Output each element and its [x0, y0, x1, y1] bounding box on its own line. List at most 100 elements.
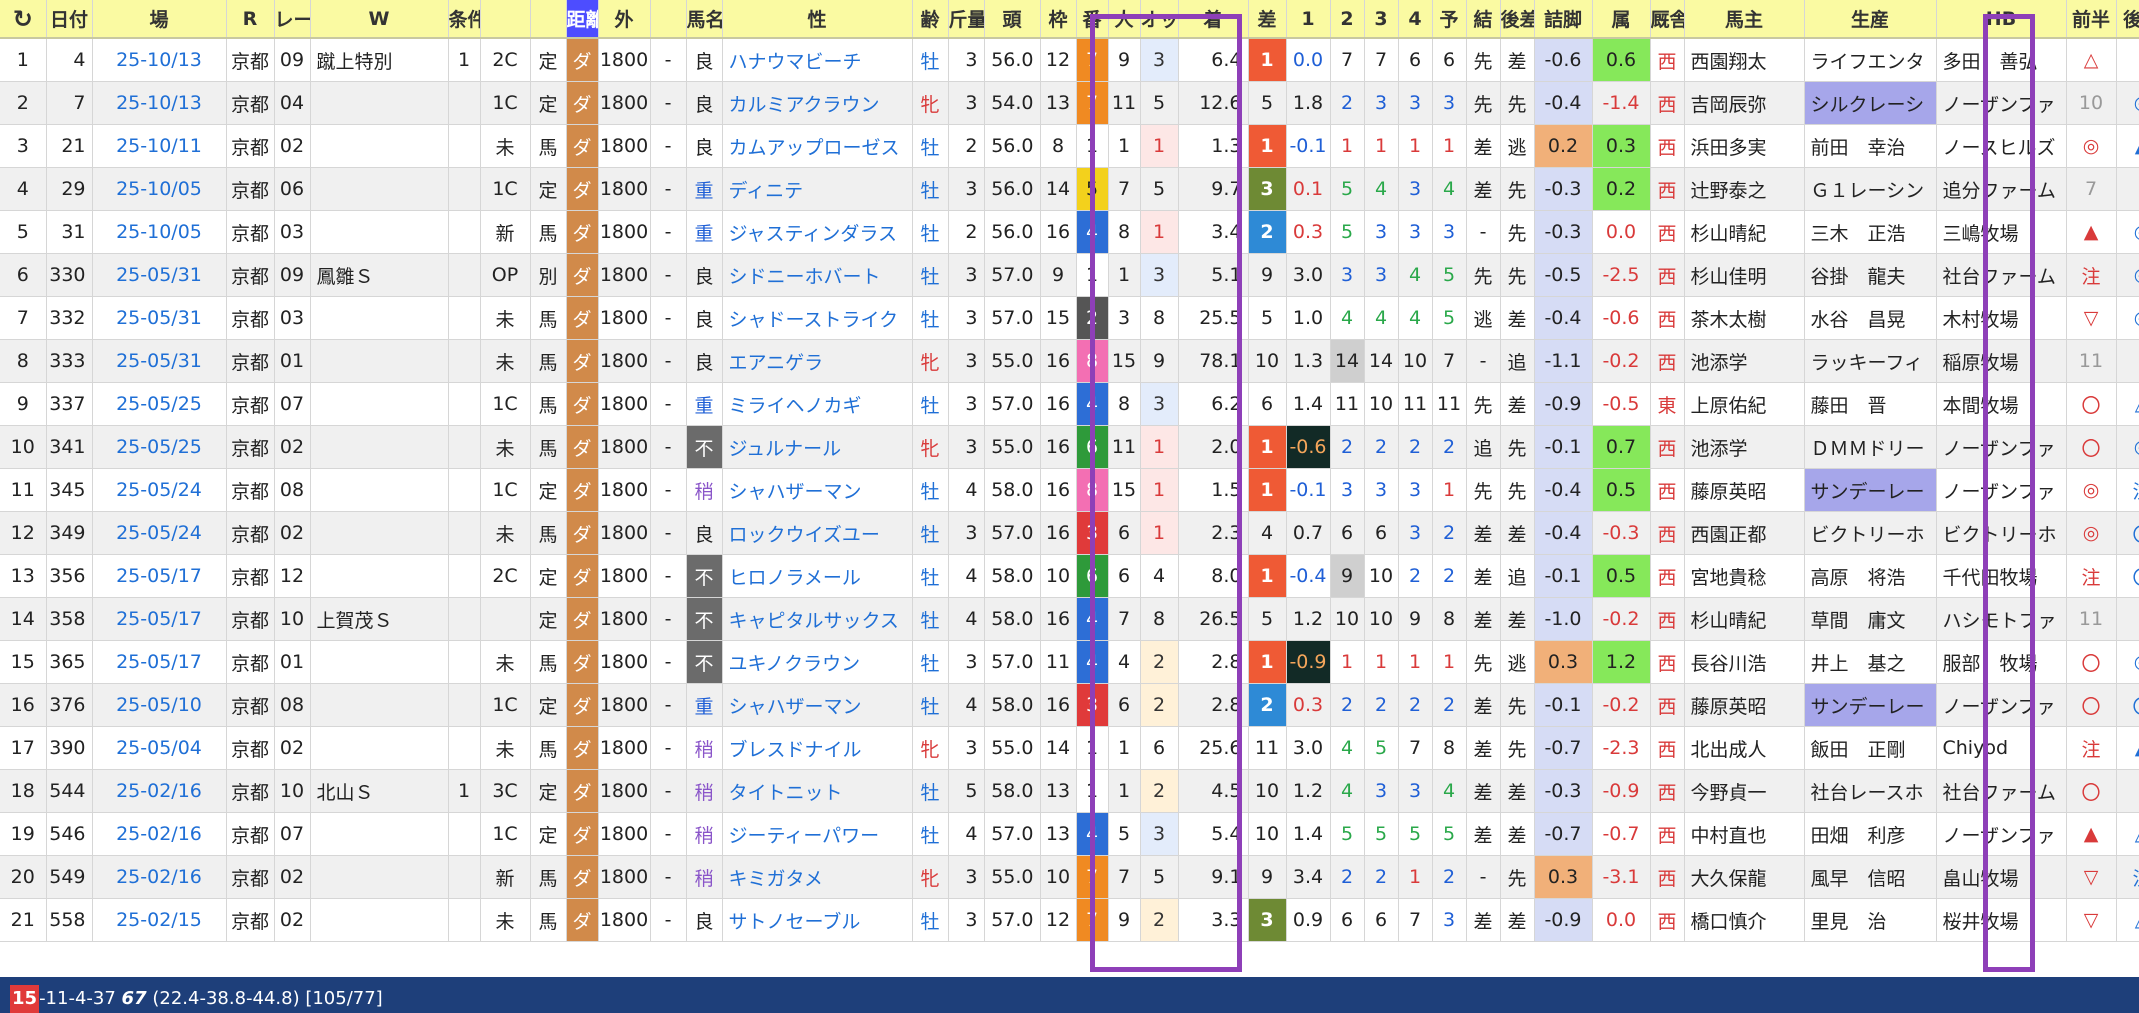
c4-header[interactable]: 4: [1398, 0, 1433, 39]
table-row[interactable]: 12 349 25-05/24 京都 02 未馬ダ 1800- 良ロックウイズユー牡 3 57.0…: [0, 511, 2139, 555]
table-row[interactable]: 4 29 25-10/05 京都 06 1C 定ダ 1800- 重ディニテ牡 3 56.0 14 5 7 5…: [0, 167, 2139, 211]
horse-name[interactable]: サトノセーブル: [722, 898, 913, 942]
hb-header[interactable]: HB: [1936, 0, 2067, 39]
table-row[interactable]: 7 332 25-05/31 京都 03 未馬ダ 1800- 良シャドーストライク牡 3 57.0…: [0, 296, 2139, 340]
race-date[interactable]: 25-05/17: [92, 554, 227, 598]
w-header[interactable]: W: [310, 0, 449, 39]
c2-header[interactable]: 2: [1330, 0, 1365, 39]
weight-header[interactable]: 斤量: [948, 0, 985, 39]
table-row[interactable]: 2 7 25-10/13 京都 04 1C 定ダ 1800- 良カルミアクラウン牝 3 54.0 13…: [0, 81, 2139, 125]
popularity-header[interactable]: 人: [1108, 0, 1141, 39]
condition-header[interactable]: [480, 0, 531, 39]
horse-name[interactable]: ブレスドナイル: [722, 726, 913, 770]
race-date[interactable]: 25-05/17: [92, 597, 227, 641]
horse-name-header[interactable]: 馬名: [686, 0, 723, 39]
pred-header[interactable]: 予: [1432, 0, 1467, 39]
race-date[interactable]: 25-05/24: [92, 468, 227, 512]
table-row[interactable]: 16 376 25-05/10 京都 08 1C 定ダ 1800- 重シャハザーマン牡 4 58.0…: [0, 683, 2139, 727]
table-row[interactable]: 10 341 25-05/25 京都 02 未馬ダ 1800- 不ジュルナール牝 3 55.0 16…: [0, 425, 2139, 469]
table-row[interactable]: 19 546 25-02/16 京都 07 1C 定ダ 1800- 稍ジーティーパワー牡 4 57.…: [0, 812, 2139, 856]
horse-name[interactable]: シドニーホバート: [722, 253, 913, 297]
date-header[interactable]: 日付: [46, 0, 93, 39]
second-half-header[interactable]: 後半: [2116, 0, 2139, 39]
finish-header[interactable]: 着: [1178, 0, 1249, 39]
race-date[interactable]: 25-05/31: [92, 339, 227, 383]
first-half-header[interactable]: 前半: [2066, 0, 2117, 39]
going-header[interactable]: [650, 0, 687, 39]
race-date[interactable]: 25-02/16: [92, 812, 227, 856]
stable-header[interactable]: 厩舎: [1650, 0, 1685, 39]
race-date[interactable]: 25-05/31: [92, 253, 227, 297]
table-row[interactable]: 8 333 25-05/31 京都 01 未馬ダ 1800- 良エアニゲラ牝 3 55.0 16 8 1…: [0, 339, 2139, 383]
gate-header[interactable]: 枠: [1040, 0, 1077, 39]
runners-header[interactable]: 頭: [984, 0, 1041, 39]
table-row[interactable]: 20 549 25-02/16 京都 02 新馬ダ 1800- 稍キミガタメ牝 3 55.0 10 7…: [0, 855, 2139, 899]
race-date[interactable]: 25-05/24: [92, 511, 227, 555]
race-date[interactable]: 25-02/16: [92, 769, 227, 813]
race-date[interactable]: 25-10/13: [92, 81, 227, 125]
table-row[interactable]: 6 330 25-05/31 京都 09 鳳雛Ｓ OP 別ダ 1800- 良シドニーホバート牡 3 5…: [0, 253, 2139, 297]
venue-header[interactable]: 場: [92, 0, 227, 39]
owner-header[interactable]: 馬主: [1684, 0, 1805, 39]
horse-name[interactable]: ミライヘノカギ: [722, 382, 913, 426]
class-header[interactable]: 条件: [448, 0, 481, 39]
horse-name[interactable]: キャピタルサックス: [722, 597, 913, 641]
horse-name[interactable]: ロックウイズユー: [722, 511, 913, 555]
affiliation-header[interactable]: 属: [1592, 0, 1651, 39]
horse-name[interactable]: カムアップローゼス: [722, 124, 913, 168]
race-date[interactable]: 25-05/25: [92, 425, 227, 469]
horse-name[interactable]: シャハザーマン: [722, 468, 913, 512]
race-date[interactable]: 25-10/05: [92, 210, 227, 254]
race-date[interactable]: 25-05/31: [92, 296, 227, 340]
race-date[interactable]: 25-10/11: [92, 124, 227, 168]
last-diff-header[interactable]: 後差: [1500, 0, 1535, 39]
refresh-button[interactable]: ↻: [0, 0, 47, 39]
table-row[interactable]: 18 544 25-02/16 京都 10 北山Ｓ 1 3C 定ダ 1800- 稍タイトニット牡 5 5…: [0, 769, 2139, 813]
number-header[interactable]: 番: [1076, 0, 1109, 39]
distance-header[interactable]: 距離: [566, 0, 599, 39]
race-date[interactable]: 25-05/17: [92, 640, 227, 684]
horse-name[interactable]: ヒロノラメール: [722, 554, 913, 598]
race-date[interactable]: 25-05/10: [92, 683, 227, 727]
race-date[interactable]: 25-10/05: [92, 167, 227, 211]
sex-header[interactable]: 性: [722, 0, 913, 39]
table-row[interactable]: 9 337 25-05/25 京都 07 1C 馬ダ 1800- 重ミライヘノカギ牡 3 57.0 1…: [0, 382, 2139, 426]
margin-header[interactable]: 差: [1248, 0, 1287, 39]
horse-name[interactable]: エアニゲラ: [722, 339, 913, 383]
surface-header[interactable]: [530, 0, 567, 39]
table-row[interactable]: 13 356 25-05/17 京都 12 2C 定ダ 1800- 不ヒロノラメール牡 4 58.0…: [0, 554, 2139, 598]
race-date[interactable]: 25-05/25: [92, 382, 227, 426]
horse-name[interactable]: ジーティーパワー: [722, 812, 913, 856]
table-row[interactable]: 14 358 25-05/17 京都 10 上賀茂Ｓ 定ダ 1800- 不キャピタルサックス牡 4…: [0, 597, 2139, 641]
table-row[interactable]: 5 31 25-10/05 京都 03 新馬ダ 1800- 重ジャスティンダラス牡 2 56.0 1…: [0, 210, 2139, 254]
horse-name[interactable]: ハナウマビーチ: [722, 38, 913, 82]
table-row[interactable]: 11 345 25-05/24 京都 08 1C 定ダ 1800- 稍シャハザーマン牡 4 58.0…: [0, 468, 2139, 512]
horse-name[interactable]: ディニテ: [722, 167, 913, 211]
odds-header[interactable]: オッズ: [1140, 0, 1179, 39]
horse-name[interactable]: ジュルナール: [722, 425, 913, 469]
race-date[interactable]: 25-02/15: [92, 898, 227, 942]
table-row[interactable]: 17 390 25-05/04 京都 02 未馬ダ 1800- 稍ブレスドナイル牝 3 55.0 1…: [0, 726, 2139, 770]
race-date[interactable]: 25-02/16: [92, 855, 227, 899]
table-row[interactable]: 21 558 25-02/15 京都 02 未馬ダ 1800- 良サトノセーブル牡 3 57.0 1…: [0, 898, 2139, 942]
horse-name[interactable]: シャハザーマン: [722, 683, 913, 727]
table-row[interactable]: 15 365 25-05/17 京都 01 未馬ダ 1800- 不ユキノクラウン牡 3 57.0 1…: [0, 640, 2139, 684]
horse-name[interactable]: ジャスティンダラス: [722, 210, 913, 254]
race-date[interactable]: 25-10/13: [92, 38, 227, 82]
horse-name[interactable]: シャドーストライク: [722, 296, 913, 340]
outer-header[interactable]: 外: [598, 0, 651, 39]
table-row[interactable]: 1 4 25-10/13 京都 09 蹴上特別 1 2C 定ダ 1800- 良ハナウマビーチ牡 3 56…: [0, 38, 2139, 82]
race-number-header[interactable]: R: [226, 0, 275, 39]
breeder-header[interactable]: 生産: [1804, 0, 1937, 39]
result-header[interactable]: 結: [1466, 0, 1501, 39]
horse-name[interactable]: ユキノクラウン: [722, 640, 913, 684]
horse-name[interactable]: カルミアクラウン: [722, 81, 913, 125]
close-speed-header[interactable]: 詰脚: [1534, 0, 1593, 39]
age-header[interactable]: 齢: [912, 0, 949, 39]
table-row[interactable]: 3 21 25-10/11 京都 02 未馬ダ 1800- 良カムアップローゼス牡 2 56.0 8…: [0, 124, 2139, 168]
race-name-header[interactable]: レース名: [274, 0, 311, 39]
c3-header[interactable]: 3: [1364, 0, 1399, 39]
horse-name[interactable]: タイトニット: [722, 769, 913, 813]
horse-name[interactable]: キミガタメ: [722, 855, 913, 899]
race-date[interactable]: 25-05/04: [92, 726, 227, 770]
